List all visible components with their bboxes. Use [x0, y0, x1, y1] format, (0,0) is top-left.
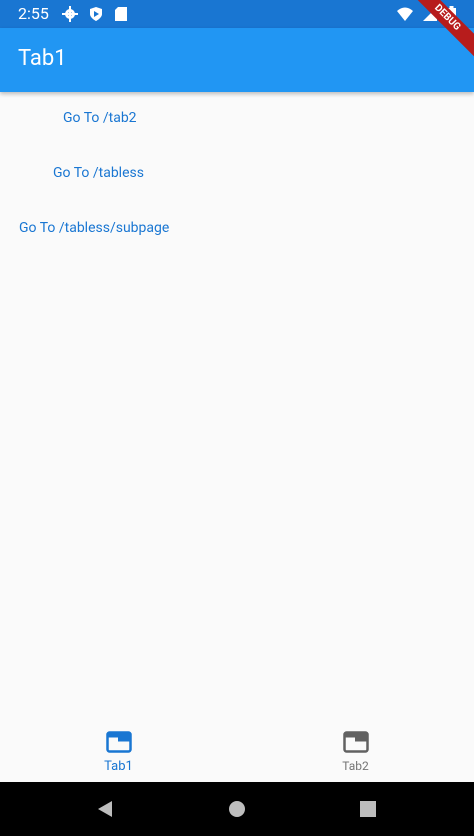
- shield-icon: [88, 6, 104, 26]
- status-bar: 2:55: [0, 0, 474, 28]
- home-icon[interactable]: [217, 794, 257, 824]
- app-bar: Tab1: [0, 28, 474, 92]
- page-title: Tab1: [18, 46, 67, 71]
- sd-card-icon: [114, 6, 128, 26]
- go-to-tab2-button[interactable]: Go To /tab2: [53, 102, 147, 134]
- recents-icon[interactable]: [348, 794, 388, 824]
- system-navigation-bar: [0, 782, 474, 836]
- bottom-nav-tab2-label: Tab2: [342, 759, 369, 773]
- status-icons-left: [62, 6, 128, 26]
- go-to-tabless-subpage-button[interactable]: Go To /tabless/subpage: [9, 212, 179, 244]
- bottom-navigation: Tab1 Tab2: [0, 722, 474, 782]
- content-area: Go To /tab2 Go To /tabless Go To /tables…: [0, 92, 474, 722]
- bottom-nav-tab1[interactable]: Tab1: [0, 722, 237, 782]
- bottom-nav-tab1-label: Tab1: [104, 758, 133, 774]
- back-icon[interactable]: [85, 794, 125, 824]
- web-tab-icon: [342, 731, 369, 757]
- bottom-nav-tab2[interactable]: Tab2: [237, 722, 474, 782]
- go-to-tabless-button[interactable]: Go To /tabless: [43, 157, 154, 189]
- wifi-icon: [397, 6, 413, 25]
- web-tab-icon: [105, 730, 132, 757]
- status-time: 2:55: [18, 4, 49, 23]
- gear-icon: [62, 6, 78, 26]
